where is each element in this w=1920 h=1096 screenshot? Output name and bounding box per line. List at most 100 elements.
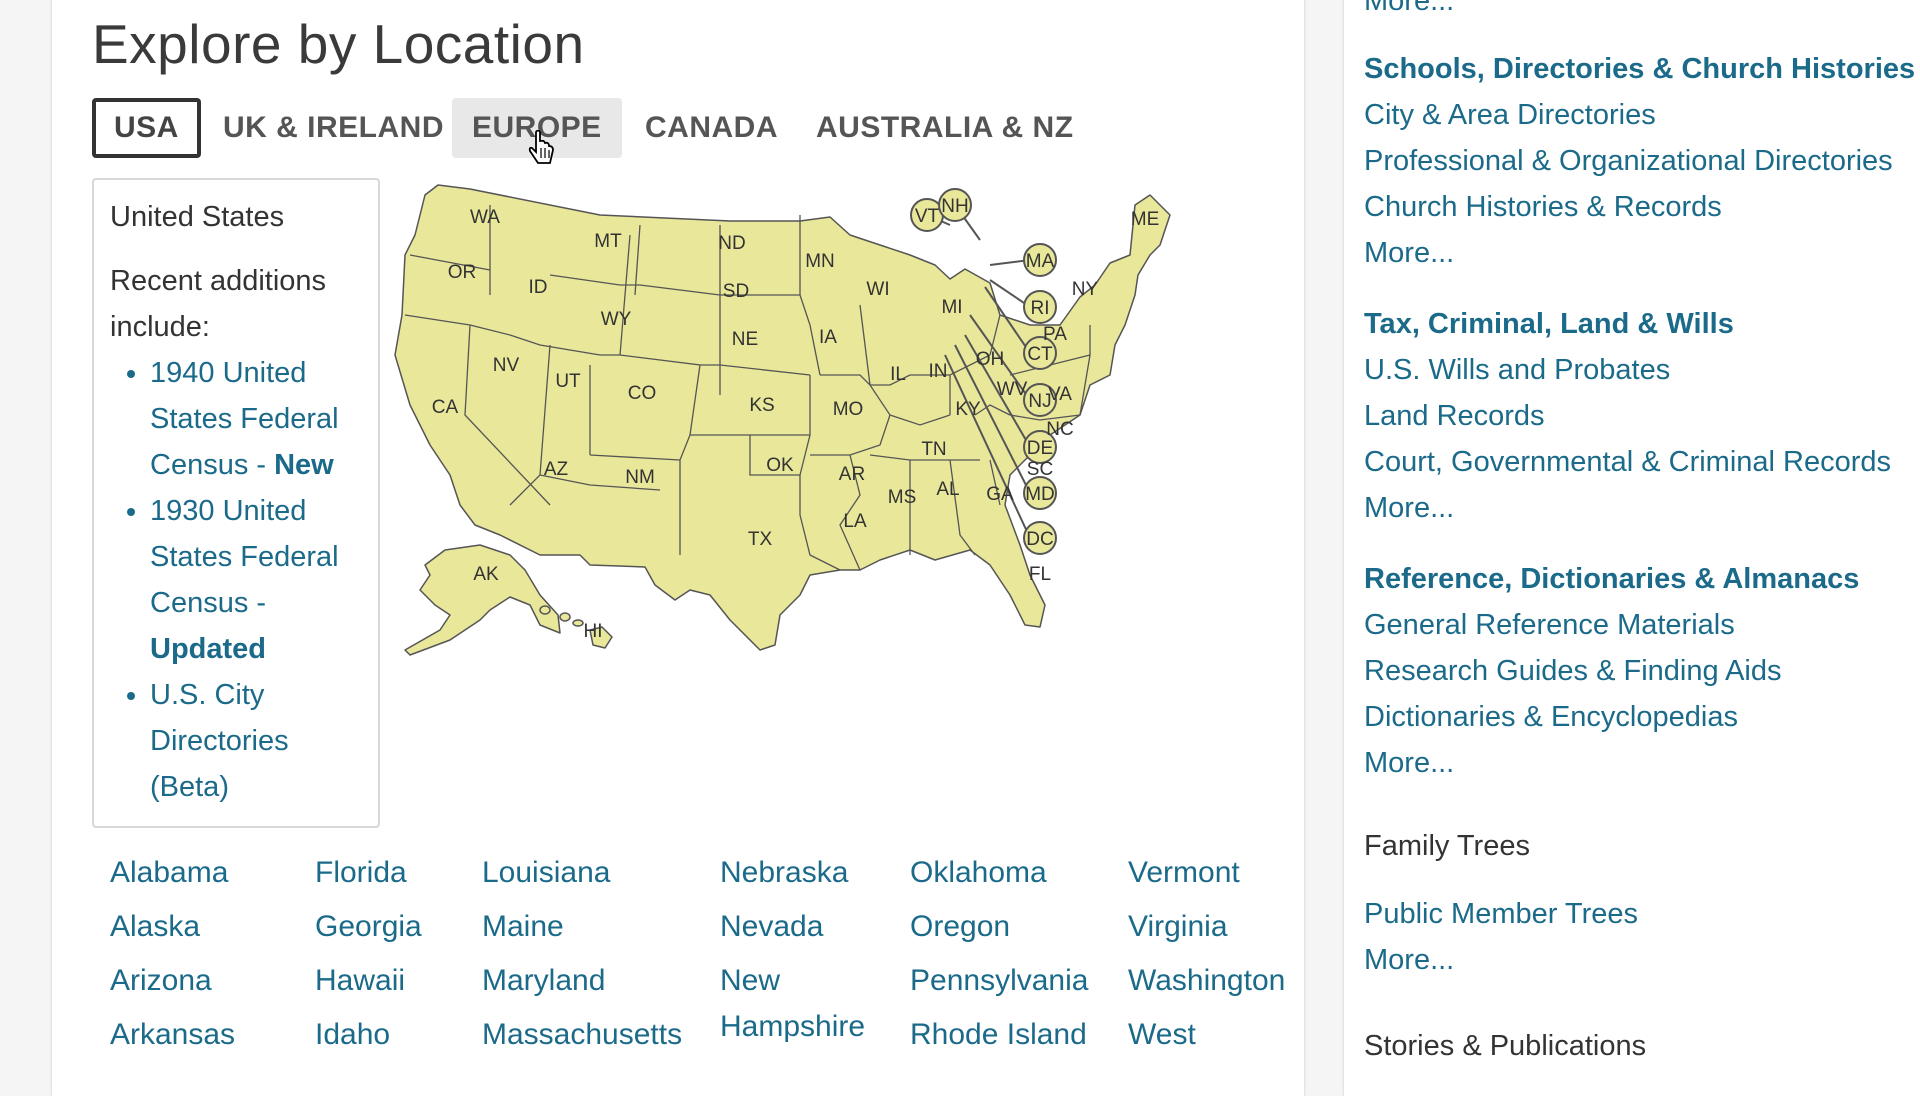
state-link[interactable]: West [1128,1012,1285,1066]
state-label-dc[interactable]: DC [1026,529,1053,550]
state-link[interactable]: Vermont [1128,850,1285,904]
state-label-il[interactable]: IL [890,364,906,385]
state-label-wi[interactable]: WI [866,279,889,300]
census-1930-link[interactable]: 1930 United States Federal Census - Upda… [150,495,339,665]
state-label-nc[interactable]: NC [1046,419,1073,440]
state-label-ms[interactable]: MS [888,487,917,508]
more-link[interactable]: More... [1364,937,1638,983]
state-label-az[interactable]: AZ [544,459,569,480]
state-link[interactable]: Washington [1128,958,1285,1012]
category-link[interactable]: City & Area Directories [1364,92,1915,138]
state-label-nh[interactable]: NH [941,196,968,217]
state-label-nd[interactable]: ND [718,233,745,254]
state-label-vt[interactable]: VT [915,206,940,227]
state-label-tx[interactable]: TX [748,529,773,550]
state-label-de[interactable]: DE [1027,438,1053,459]
state-link[interactable]: New Hampshire [720,958,880,1066]
state-label-oh[interactable]: OH [976,349,1005,370]
category-link[interactable]: Dictionaries & Encyclopedias [1364,694,1859,740]
state-label-nj[interactable]: NJ [1028,391,1051,412]
more-link[interactable]: More... [1364,485,1891,531]
state-label-co[interactable]: CO [628,383,657,404]
state-link[interactable]: Maryland [482,958,682,1012]
state-label-ia[interactable]: IA [819,327,837,348]
state-label-ri[interactable]: RI [1031,298,1050,319]
tab-australia-nz[interactable]: AUSTRALIA & NZ [816,98,1074,158]
more-link[interactable]: More... [1364,230,1915,276]
more-link[interactable]: More... [1364,0,1454,24]
category-link[interactable]: General Reference Materials [1364,602,1859,648]
state-link[interactable]: Idaho [315,1012,422,1066]
state-label-ak[interactable]: AK [473,564,499,585]
state-link[interactable]: Alabama [110,850,235,904]
category-link[interactable]: Land Records [1364,393,1891,439]
state-link[interactable]: Arkansas [110,1012,235,1066]
state-label-al[interactable]: AL [936,479,959,500]
category-link[interactable]: Professional & Organizational Directorie… [1364,138,1915,184]
public-member-trees-link[interactable]: Public Member Trees [1364,891,1638,937]
category-title[interactable]: Schools, Directories & Church Histories [1364,46,1915,92]
state-label-ne[interactable]: NE [732,329,758,350]
us-map[interactable]: WA OR CA ID NV MT WY UT AZ CO NM ND SD NE KS OK TX MN IA MO… [390,175,1240,675]
state-label-wa[interactable]: WA [470,207,500,228]
state-link[interactable]: Arizona [110,958,235,1012]
state-label-or[interactable]: OR [448,262,477,283]
category-link[interactable]: Research Guides & Finding Aids [1364,648,1859,694]
tab-canada[interactable]: CANADA [645,98,778,158]
state-label-wv[interactable]: WV [997,379,1028,400]
hawaii-island-2[interactable] [559,612,571,622]
state-label-va[interactable]: VA [1048,384,1072,405]
state-link[interactable]: Maine [482,904,682,958]
state-label-ga[interactable]: GA [986,484,1014,505]
state-label-in[interactable]: IN [929,361,948,382]
state-link[interactable]: Louisiana [482,850,682,904]
category-link[interactable]: U.S. Wills and Probates [1364,347,1891,393]
state-link[interactable]: Nevada [720,904,880,958]
hawaii-island-1[interactable] [539,605,551,615]
state-label-ca[interactable]: CA [432,397,459,418]
category-title[interactable]: Tax, Criminal, Land & Wills [1364,301,1891,347]
hawaii-island-3[interactable] [572,619,584,627]
state-label-ut[interactable]: UT [555,371,581,392]
state-label-nm[interactable]: NM [625,467,655,488]
state-label-ma[interactable]: MA [1026,251,1055,272]
state-link[interactable]: Rhode Island [910,1012,1088,1066]
state-link[interactable]: Alaska [110,904,235,958]
alaska-shape[interactable] [404,544,561,656]
state-label-fl[interactable]: FL [1029,564,1051,585]
state-label-mi[interactable]: MI [941,297,962,318]
state-label-me[interactable]: ME [1131,209,1160,230]
state-label-mn[interactable]: MN [805,251,835,272]
state-label-ct[interactable]: CT [1027,344,1053,365]
state-label-nv[interactable]: NV [493,355,520,376]
state-link[interactable]: Nebraska [720,850,880,904]
state-label-pa[interactable]: PA [1043,324,1067,345]
state-link[interactable]: Oregon [910,904,1088,958]
state-label-ks[interactable]: KS [749,395,774,416]
state-label-la[interactable]: LA [843,511,867,532]
state-label-ok[interactable]: OK [766,455,794,476]
category-title[interactable]: Reference, Dictionaries & Almanacs [1364,556,1859,602]
state-link[interactable]: Massachusetts [482,1012,682,1066]
tab-uk-ireland[interactable]: UK & IRELAND [223,98,444,158]
state-link[interactable]: Florida [315,850,422,904]
city-directories-link[interactable]: U.S. City Directories (Beta) [150,679,289,803]
state-link[interactable]: Georgia [315,904,422,958]
state-link[interactable]: Virginia [1128,904,1285,958]
state-label-wy[interactable]: WY [601,309,632,330]
state-label-hi[interactable]: HI [584,621,603,642]
state-label-mt[interactable]: MT [594,231,622,252]
state-label-mo[interactable]: MO [833,399,864,420]
state-link[interactable]: Pennsylvania [910,958,1088,1012]
state-label-ky[interactable]: KY [955,399,981,420]
more-link[interactable]: More... [1364,740,1859,786]
state-label-id[interactable]: ID [529,277,548,298]
state-link[interactable]: Oklahoma [910,850,1088,904]
census-1940-link[interactable]: 1940 United States Federal Census - New [150,357,339,481]
state-label-tn[interactable]: TN [921,439,946,460]
state-label-md[interactable]: MD [1025,484,1055,505]
state-label-ny[interactable]: NY [1072,279,1099,300]
category-link[interactable]: Court, Governmental & Criminal Records [1364,439,1891,485]
state-label-sc[interactable]: SC [1027,459,1053,480]
state-label-sd[interactable]: SD [723,281,749,302]
